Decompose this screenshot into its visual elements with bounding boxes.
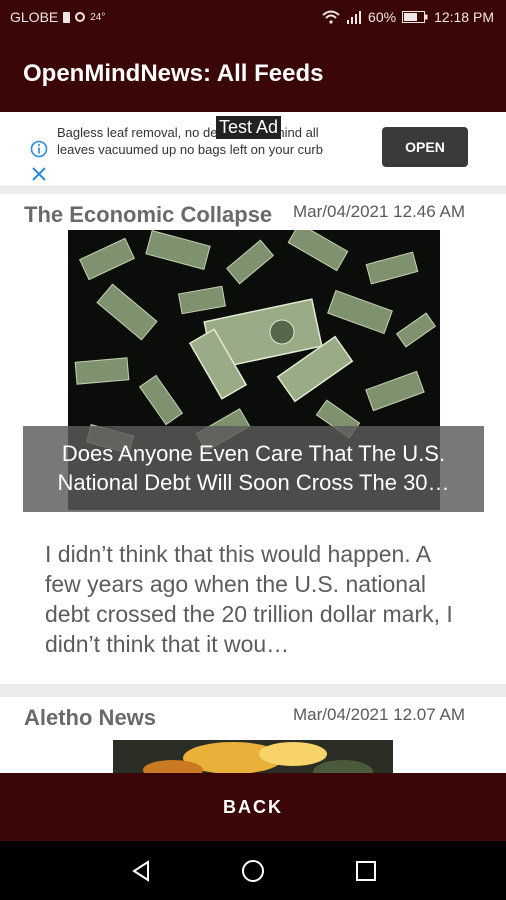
status-left: GLOBE 24° <box>10 9 105 25</box>
status-bar: GLOBE 24° 60% 12:18 PM <box>0 0 506 34</box>
app-bar: OpenMindNews: All Feeds <box>0 34 506 112</box>
home-nav-icon[interactable] <box>241 859 265 883</box>
wifi-icon <box>322 10 340 24</box>
signal-icon <box>347 11 362 24</box>
test-ad-badge: Test Ad <box>216 116 282 139</box>
weather-icon <box>75 12 86 22</box>
clock: 12:18 PM <box>434 9 494 25</box>
status-right: 60% 12:18 PM <box>322 9 494 25</box>
system-nav-bar <box>0 841 506 900</box>
back-button[interactable]: BACK <box>0 773 506 841</box>
feed-date: Mar/04/2021 12.46 AM <box>292 202 465 221</box>
feed-source: Aletho News <box>24 705 157 730</box>
feed-summary: I didn’t think that this would happen. A… <box>45 541 453 657</box>
sim-icon <box>63 11 71 23</box>
battery-percent: 60% <box>368 9 397 25</box>
feed-date: Mar/04/2021 12.07 AM <box>292 705 465 724</box>
headline-caption[interactable]: Does Anyone Even Care That The U.S. Nati… <box>23 426 484 512</box>
info-icon[interactable] <box>30 140 48 158</box>
carrier-label: GLOBE <box>10 9 59 25</box>
ad-icons <box>30 140 50 188</box>
recents-nav-icon[interactable] <box>355 860 377 882</box>
fire-image <box>113 740 393 777</box>
ad-text[interactable]: Bagless leaf removal, no debris left beh… <box>57 124 357 158</box>
feed-source: The Economic Collapse <box>24 202 273 227</box>
ad-open-button[interactable]: OPEN <box>382 127 468 167</box>
temperature-label: 24° <box>90 11 106 23</box>
back-nav-icon[interactable] <box>129 859 153 883</box>
back-bar: BACK <box>0 773 506 841</box>
feed-card[interactable]: Aletho News Mar/04/2021 12.07 AM <box>0 697 506 777</box>
close-icon[interactable] <box>30 165 48 183</box>
page-title: OpenMindNews: All Feeds <box>23 60 324 87</box>
battery-icon <box>402 11 428 23</box>
article-image[interactable] <box>113 740 393 777</box>
